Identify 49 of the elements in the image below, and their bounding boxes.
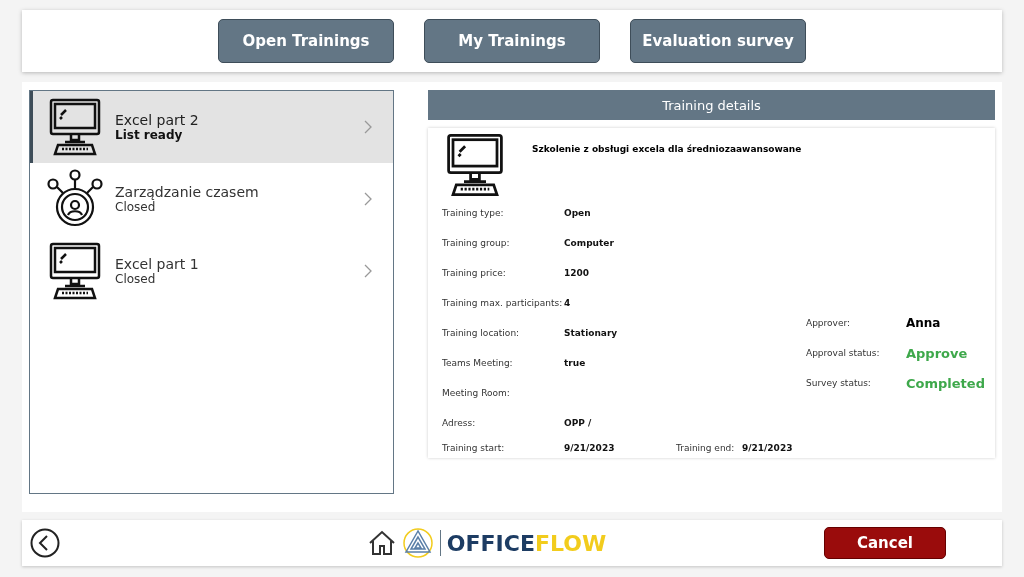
- field-label: Training price:: [442, 267, 507, 280]
- people-icon: [45, 169, 105, 229]
- training-status: Closed: [115, 272, 157, 286]
- details-header: Training details: [428, 90, 995, 120]
- training-name: Excel part 2: [115, 112, 200, 128]
- field-label: Meeting Room:: [442, 387, 511, 400]
- field-label: Training end:: [676, 443, 736, 453]
- field-value: 9/21/2023: [742, 443, 793, 453]
- field-value: Open: [564, 207, 592, 220]
- field-label: Training location:: [442, 327, 521, 340]
- field-value: Stationary: [564, 327, 619, 340]
- logo-text: FLOW: [534, 530, 607, 556]
- field-value: true: [564, 357, 587, 370]
- field-label: Training max. participants:: [442, 297, 564, 310]
- home-icon[interactable]: [367, 530, 396, 556]
- field-value: 9/21/2023: [564, 443, 616, 453]
- training-title: Szkolenie z obsługi excela dla średniozaawansowane: [532, 144, 802, 154]
- status-value: Completed: [906, 374, 985, 393]
- nav-button[interactable]: Evaluation survey: [630, 19, 806, 63]
- field-label: Teams Meeting:: [442, 357, 514, 370]
- chevron-icon: [363, 191, 373, 207]
- training-item[interactable]: Excel part 2 List ready: [30, 91, 393, 163]
- nav-button[interactable]: Open Trainings: [218, 19, 394, 63]
- training-status: Closed: [115, 200, 157, 214]
- field-label: Survey status:: [806, 377, 872, 390]
- training-name: Zarządzanie czasem: [115, 184, 260, 200]
- training-item[interactable]: Zarządzanie czasem Closed: [30, 163, 393, 235]
- field-label: Training start:: [442, 443, 506, 453]
- field-label: Adress:: [442, 417, 477, 430]
- logo-text: OFFICE: [446, 530, 535, 556]
- field-label: Training group:: [442, 237, 511, 250]
- chevron-icon: [363, 119, 373, 135]
- status-value: Approve: [906, 344, 969, 363]
- nav-button[interactable]: My Trainings: [424, 19, 600, 63]
- approver-name: Anna: [906, 315, 942, 332]
- field-value: Computer: [564, 237, 615, 250]
- field-value: OPP /: [564, 417, 593, 430]
- cancel-button[interactable]: Cancel: [824, 527, 946, 559]
- training-name: Excel part 1: [115, 256, 200, 272]
- training-item[interactable]: Excel part 1 Closed: [30, 235, 393, 307]
- chevron-icon: [363, 263, 373, 279]
- logo-icon: [401, 527, 434, 559]
- field-label: Approver:: [806, 317, 852, 330]
- back-icon[interactable]: [30, 528, 60, 558]
- training-status: List ready: [115, 128, 184, 142]
- field-value: 1200: [564, 267, 591, 280]
- field-value: 4: [564, 297, 572, 310]
- field-label: Training type:: [442, 207, 505, 220]
- field-label: Approval status:: [806, 347, 881, 360]
